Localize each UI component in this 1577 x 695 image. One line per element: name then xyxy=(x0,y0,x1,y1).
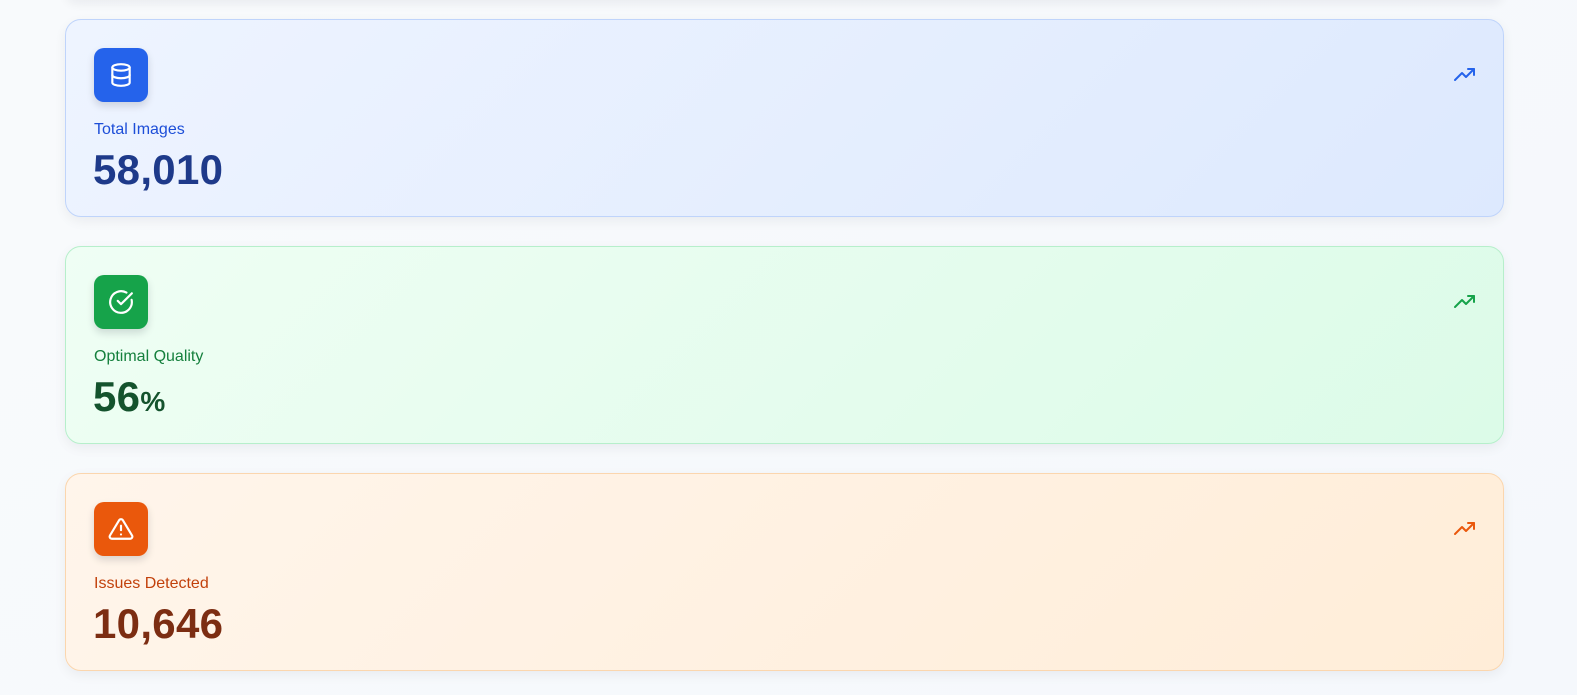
stat-card-issues-detected: Issues Detected 10,646 xyxy=(65,473,1504,671)
stat-label: Total Images xyxy=(94,121,185,138)
alert-triangle-icon xyxy=(94,502,148,556)
stats-page: Total Images 58,010 Optimal Quality 56% xyxy=(0,0,1577,695)
stat-card-total-images: Total Images 58,010 xyxy=(65,19,1504,217)
check-circle-icon xyxy=(94,275,148,329)
stat-number: 56 xyxy=(93,373,141,420)
database-icon xyxy=(94,48,148,102)
stat-number: 58,010 xyxy=(93,146,224,193)
stat-card-optimal-quality: Optimal Quality 56% xyxy=(65,246,1504,444)
trending-up-icon xyxy=(1453,519,1477,539)
stat-label: Issues Detected xyxy=(94,575,209,592)
stat-value: 56% xyxy=(93,373,166,426)
stat-label: Optimal Quality xyxy=(94,348,204,365)
stat-value: 10,646 xyxy=(93,600,223,653)
trending-up-icon xyxy=(1453,292,1477,312)
stat-number: 10,646 xyxy=(93,600,224,647)
trending-up-icon xyxy=(1453,65,1477,85)
stat-unit: % xyxy=(140,386,166,417)
stat-value: 58,010 xyxy=(93,146,223,199)
